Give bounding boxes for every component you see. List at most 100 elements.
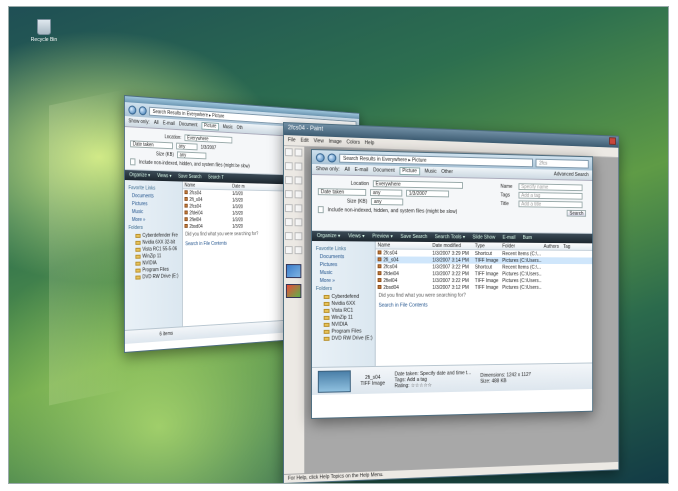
- menu-view[interactable]: View: [314, 138, 324, 144]
- date-op-select[interactable]: any: [176, 142, 198, 151]
- free-select-icon[interactable]: [284, 148, 293, 157]
- filter-all[interactable]: All: [154, 120, 159, 126]
- organize-button[interactable]: Organize ▾: [317, 233, 340, 239]
- polygon-icon[interactable]: [294, 232, 303, 241]
- filter-document[interactable]: Document: [179, 121, 198, 128]
- search-button[interactable]: Search: [566, 209, 587, 217]
- palette-icon[interactable]: [285, 284, 302, 299]
- ellipse-icon[interactable]: [284, 246, 293, 255]
- filter-music[interactable]: Music: [424, 169, 436, 175]
- table-row[interactable]: 2fiel04 1/3/2007 3:22 PM TIFF Image Picture…: [376, 277, 592, 284]
- search-tools-button[interactable]: Search Tools ▾: [435, 234, 465, 240]
- views-button[interactable]: Views ▾: [157, 173, 171, 179]
- fill-icon[interactable]: [294, 162, 303, 171]
- include-checkbox[interactable]: [130, 158, 136, 166]
- rating-stars[interactable]: ☆☆☆☆☆: [411, 382, 432, 388]
- search-file-contents-link[interactable]: Search in File Contents: [376, 300, 592, 311]
- detail-taken-value[interactable]: Specify date and time t...: [420, 370, 471, 377]
- folder-item[interactable]: Program Files: [323, 328, 371, 335]
- advanced-search-toggle[interactable]: Advanced Search: [554, 172, 589, 178]
- menu-edit[interactable]: Edit: [300, 138, 308, 144]
- preview-button[interactable]: Preview ▾: [372, 234, 393, 240]
- color-swatch-icon[interactable]: [285, 264, 302, 279]
- forward-button[interactable]: [327, 152, 337, 163]
- fav-pictures[interactable]: Pictures: [320, 262, 371, 268]
- magnifier-icon[interactable]: [294, 176, 303, 185]
- filter-email[interactable]: E-mail: [355, 167, 369, 173]
- filter-picture[interactable]: Picture: [201, 121, 219, 131]
- filter-document[interactable]: Document: [373, 167, 395, 173]
- rectangle-icon[interactable]: [284, 232, 293, 241]
- date-op-select[interactable]: any: [369, 189, 403, 197]
- forward-button[interactable]: [138, 105, 147, 115]
- date-value[interactable]: 1/3/2007: [406, 189, 450, 198]
- col-date[interactable]: Date m: [231, 183, 261, 189]
- folder-item[interactable]: Vista RC1 55-5-06: [135, 246, 178, 253]
- save-search-button[interactable]: Save Search: [400, 234, 427, 240]
- back-button[interactable]: [315, 152, 325, 162]
- explorer-window-front[interactable]: Search Results in Everywhere ▸ Picture 2…: [311, 149, 594, 419]
- table-row[interactable]: 2fcs04 1/3/2007 3:22 PM Shortcut Recent Ite…: [376, 263, 592, 270]
- close-icon[interactable]: [609, 137, 616, 145]
- col-tags[interactable]: Tag: [561, 244, 570, 250]
- fav-more[interactable]: More »: [132, 217, 179, 223]
- save-search-button[interactable]: Save Search: [178, 174, 201, 180]
- fav-pictures[interactable]: Pictures: [132, 201, 179, 207]
- tags-input[interactable]: Add a tag: [518, 191, 583, 200]
- fav-documents[interactable]: Documents: [132, 193, 179, 200]
- fav-more[interactable]: More »: [320, 278, 371, 284]
- folder-item[interactable]: DVD RW Drive (E:): [135, 273, 178, 280]
- pick-color-icon[interactable]: [284, 176, 293, 185]
- curve-icon[interactable]: [294, 218, 303, 227]
- col-name[interactable]: Name: [376, 242, 431, 248]
- filter-all[interactable]: All: [344, 167, 349, 173]
- col-type[interactable]: Type: [473, 243, 500, 249]
- filter-other[interactable]: Oth: [237, 125, 243, 131]
- folder-item[interactable]: WinZip 11: [135, 253, 178, 260]
- include-checkbox[interactable]: [317, 206, 324, 214]
- rect-select-icon[interactable]: [294, 148, 303, 157]
- menu-image[interactable]: Image: [329, 139, 342, 145]
- col-name[interactable]: Name: [183, 182, 231, 189]
- airbrush-icon[interactable]: [284, 204, 293, 213]
- pencil-icon[interactable]: [284, 190, 293, 199]
- fav-documents[interactable]: Documents: [320, 254, 371, 260]
- line-icon[interactable]: [284, 218, 293, 227]
- slide-show-button[interactable]: Slide Show: [472, 235, 495, 241]
- burn-button[interactable]: Burn: [523, 235, 532, 241]
- folder-item[interactable]: Vista RC1: [323, 308, 371, 314]
- folder-item[interactable]: WinZip 11: [323, 315, 371, 321]
- fav-music[interactable]: Music: [132, 209, 179, 215]
- title-input[interactable]: Add a title: [518, 200, 583, 209]
- recycle-bin-shortcut[interactable]: Recycle Bin: [29, 19, 59, 43]
- rounded-rect-icon[interactable]: [294, 246, 303, 255]
- menu-help[interactable]: Help: [365, 140, 375, 146]
- eraser-icon[interactable]: [284, 162, 293, 171]
- col-folder[interactable]: Folder: [500, 243, 541, 249]
- size-select[interactable]: any: [371, 198, 404, 206]
- date-value[interactable]: 1/3/2007: [201, 144, 217, 150]
- views-button[interactable]: Views ▾: [348, 233, 364, 239]
- col-date[interactable]: Date modified: [430, 242, 473, 248]
- folder-item[interactable]: DVD RW Drive (E:): [323, 335, 373, 342]
- filter-email[interactable]: E-mail: [163, 120, 175, 127]
- folder-item[interactable]: NVIDIA: [323, 322, 371, 328]
- size-select[interactable]: any: [177, 151, 207, 160]
- folder-item[interactable]: Nvidia 6XX 32-bit: [135, 239, 178, 246]
- back-button[interactable]: [128, 104, 137, 115]
- menu-file[interactable]: File: [288, 137, 296, 143]
- folder-item[interactable]: Nvidia 6XX: [323, 301, 371, 307]
- text-icon[interactable]: [294, 204, 303, 213]
- menu-colors[interactable]: Colors: [346, 139, 360, 145]
- fav-music[interactable]: Music: [320, 270, 371, 276]
- name-input[interactable]: Specify name: [518, 183, 583, 192]
- brush-icon[interactable]: [294, 190, 303, 199]
- folder-item[interactable]: Cyberdefender Fre: [135, 233, 178, 239]
- date-type-select[interactable]: Date taken: [317, 188, 367, 196]
- table-row[interactable]: 2fdei04 1/3/2007 3:22 PM TIFF Image Picture…: [376, 270, 592, 277]
- filter-other[interactable]: Other: [441, 169, 453, 175]
- email-button[interactable]: E-mail: [503, 235, 516, 241]
- folder-item[interactable]: Cyberdefend: [323, 294, 371, 300]
- search-tools-button[interactable]: Search T: [208, 175, 224, 181]
- organize-button[interactable]: Organize ▾: [129, 172, 150, 179]
